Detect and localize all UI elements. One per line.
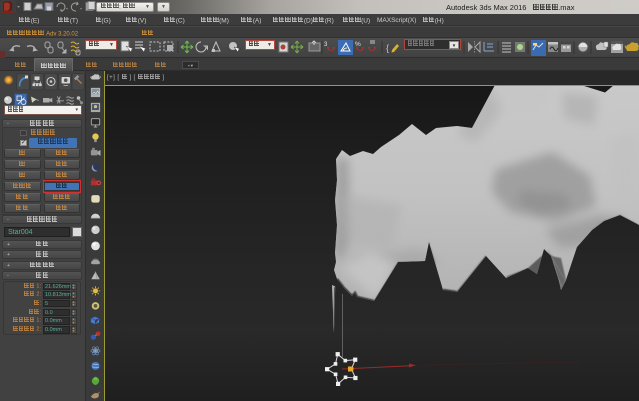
svg-text:%: % xyxy=(355,41,361,48)
svg-text:{: { xyxy=(386,43,389,53)
